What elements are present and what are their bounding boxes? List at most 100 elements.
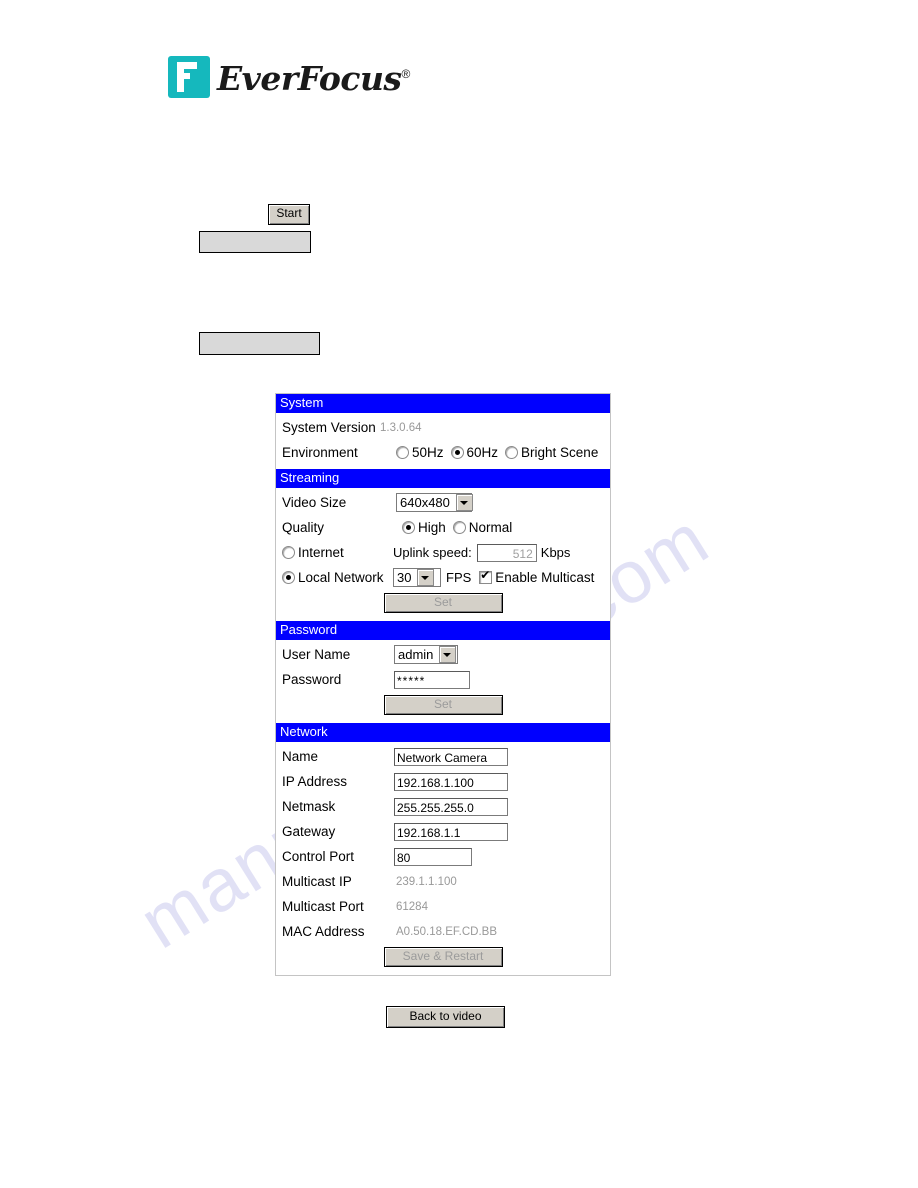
section-body-network: Name Network Camera IP Address 192.168.1… [276,742,610,975]
label-gateway: Gateway [282,823,336,839]
label-quality: Quality [282,519,325,535]
network-action-wrap: Save & Restart [276,944,610,971]
radio-dot-bright-scene[interactable] [505,446,519,459]
row-video-size: Video Size 640x480 [276,490,610,515]
value-multicast-ip: 239.1.1.100 [396,875,457,888]
input-gateway[interactable]: 192.168.1.1 [394,822,508,841]
save-and-restart-button[interactable]: Save & Restart [383,947,503,967]
input-uplink-speed[interactable]: 512 [476,543,537,562]
row-quality: Quality High Normal [276,515,610,540]
checkbox-enable-multicast[interactable]: Enable Multicast [479,568,594,585]
radio-dot-50hz[interactable] [396,446,409,459]
select-fps[interactable]: 30 [393,568,441,587]
back-to-video-button[interactable]: Back to video [386,1006,505,1028]
value-system-version: 1.3.0.64 [380,421,422,434]
streaming-set-button[interactable]: Set [383,593,503,613]
select-video-size-value: 640x480 [400,495,450,510]
row-ip-address: IP Address 192.168.1.100 [276,769,610,794]
control-port-control[interactable]: 80 [394,847,472,866]
input-network-name[interactable]: Network Camera [394,747,508,766]
section-body-streaming: Video Size 640x480 Quality High Normal I… [276,488,610,621]
everfocus-f-logo-icon [168,56,210,98]
radio-dot-internet[interactable] [282,546,295,559]
chevron-down-icon[interactable] [455,494,473,511]
radio-environment-60hz[interactable]: 60Hz [450,445,499,460]
blank-placeholder-box-1 [199,231,311,253]
chevron-down-icon[interactable] [439,646,457,663]
select-fps-value: 30 [397,570,412,585]
label-password: Password [282,671,342,687]
label-mac-address: MAC Address [282,923,365,939]
radio-quality-high[interactable]: High [402,520,446,535]
row-network-name: Name Network Camera [276,744,610,769]
row-gateway: Gateway 192.168.1.1 [276,819,610,844]
radio-label-quality-normal: Normal [468,520,513,535]
radio-group-quality: High Normal [402,520,519,535]
input-control-port[interactable]: 80 [394,847,472,866]
gateway-control[interactable]: 192.168.1.1 [394,822,508,841]
start-button[interactable]: Start [268,204,310,225]
section-header-password: Password [276,621,610,640]
select-user-name-value: admin [398,647,434,662]
radio-label-bright-scene: Bright Scene [521,445,599,460]
value-mac-address: A0.50.18.EF.CD.BB [396,925,497,938]
radio-label-internet: Internet [298,545,344,560]
row-internet: Internet Uplink speed: 512 Kbps [276,540,610,565]
label-multicast-ip: Multicast IP [282,873,352,889]
select-video-size[interactable]: 640x480 [396,493,473,512]
multicast-ip-value-wrap: 239.1.1.100 [396,876,457,888]
netmask-control[interactable]: 255.255.255.0 [394,797,508,816]
radio-label-50hz: 50Hz [412,445,444,460]
label-environment: Environment [282,444,358,460]
radio-environment-50hz[interactable]: 50Hz [396,445,444,460]
label-multicast-port: Multicast Port [282,898,364,914]
camera-settings-panel: System System Version 1.3.0.64 Environme… [275,393,611,976]
password-action-wrap: Set [276,692,610,719]
registered-trademark-icon: ® [401,67,411,81]
radio-group-environment: 50Hz 60Hz Bright Scene [396,445,605,460]
section-header-system: System [276,394,610,413]
section-header-network: Network [276,723,610,742]
radio-connection-internet[interactable]: Internet [282,545,386,560]
ip-address-control[interactable]: 192.168.1.100 [394,772,508,791]
label-fps: FPS [446,570,472,585]
logo-stem-shape [177,62,184,92]
password-control[interactable]: ***** [394,670,470,689]
label-user-name: User Name [282,646,351,662]
label-control-port: Control Port [282,848,355,864]
checkbox-multicast-box[interactable] [479,568,493,584]
radio-dot-quality-normal[interactable] [452,521,466,534]
user-name-control[interactable]: admin [394,645,458,664]
row-environment: Environment 50Hz 60Hz Bright Scene [276,440,610,465]
radio-dot-60hz[interactable] [450,446,464,459]
password-set-button[interactable]: Set [383,695,503,715]
multicast-port-value-wrap: 61284 [396,901,428,913]
input-ip-address[interactable]: 192.168.1.100 [394,772,508,791]
radio-label-quality-high: High [418,520,446,535]
input-netmask[interactable]: 255.255.255.0 [394,797,508,816]
brand-name: EverFocus® [217,52,410,101]
radio-dot-local-network[interactable] [282,571,295,584]
label-ip-address: IP Address [282,773,348,789]
section-body-system: System Version 1.3.0.64 Environment 50Hz… [276,413,610,469]
input-password[interactable]: ***** [394,670,470,689]
label-uplink-speed: Uplink speed: [393,545,472,560]
chevron-down-icon[interactable] [417,569,435,586]
radio-quality-normal[interactable]: Normal [452,520,513,535]
radio-environment-bright-scene[interactable]: Bright Scene [505,445,598,460]
row-user-name: User Name admin [276,642,610,667]
row-system-version: System Version 1.3.0.64 [276,415,610,440]
blank-placeholder-box-2 [199,332,320,355]
video-size-control[interactable]: 640x480 [396,493,473,512]
value-multicast-port: 61284 [396,900,428,913]
row-netmask: Netmask 255.255.255.0 [276,794,610,819]
select-user-name[interactable]: admin [394,645,458,664]
radio-connection-local-network[interactable]: Local Network [282,570,386,585]
radio-dot-quality-high[interactable] [402,521,415,534]
network-name-control[interactable]: Network Camera [394,747,508,766]
row-local-network: Local Network 30 FPS Enable Multicast [276,565,610,590]
section-header-streaming: Streaming [276,469,610,488]
radio-label-60hz: 60Hz [466,445,499,460]
brand-name-text: EverFocus [217,59,402,98]
label-uplink-unit: Kbps [540,545,571,560]
